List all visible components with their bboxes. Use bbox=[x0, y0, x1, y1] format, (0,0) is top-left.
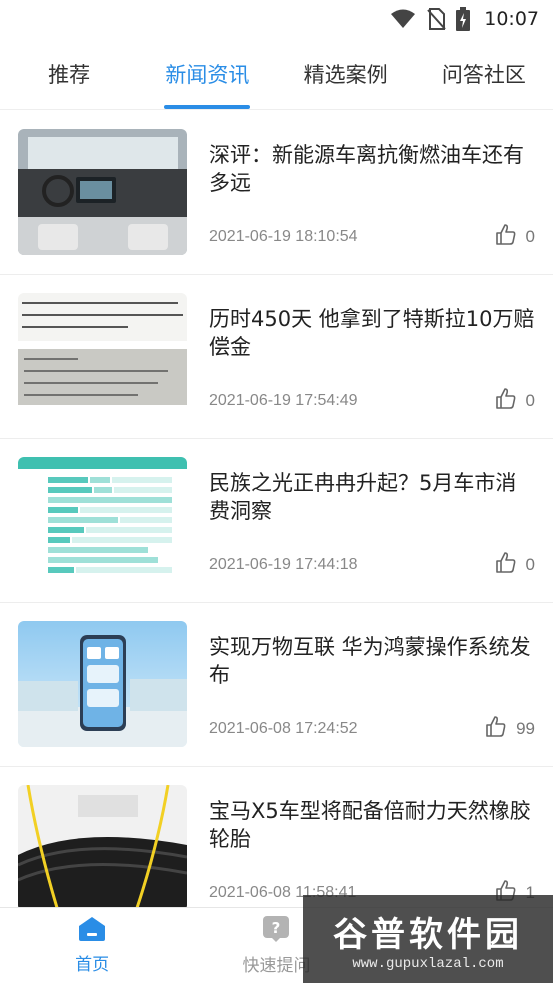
tab-label: 问答社区 bbox=[441, 62, 526, 87]
tab-qa-community[interactable]: 问答社区 bbox=[415, 38, 553, 109]
battery-charging-icon bbox=[456, 7, 471, 31]
nav-label: 首页 bbox=[75, 955, 110, 975]
like-button[interactable]: 99 bbox=[484, 715, 535, 743]
like-button[interactable]: 0 bbox=[494, 387, 535, 415]
news-item-body: 实现万物互联 华为鸿蒙操作系统发布 2021-06-08 17:24:52 99 bbox=[187, 621, 535, 766]
thumbs-up-icon bbox=[494, 223, 518, 251]
tab-label: 推荐 bbox=[48, 62, 91, 87]
news-date: 2021-06-19 17:44:18 bbox=[209, 556, 358, 573]
tire-thumbnail bbox=[18, 785, 187, 907]
thumbs-up-icon bbox=[494, 387, 518, 415]
tab-underline bbox=[164, 105, 251, 109]
news-item[interactable]: 宝马X5车型将配备倍耐力天然橡胶轮胎 2021-06-08 11:58:41 1 bbox=[0, 767, 553, 907]
news-date: 2021-06-19 17:54:49 bbox=[209, 392, 358, 409]
news-date: 2021-06-08 17:24:52 bbox=[209, 720, 358, 737]
svg-text:?: ? bbox=[272, 919, 281, 937]
news-item-body: 民族之光正冉冉升起？5月车市消费洞察 2021-06-19 17:44:18 0 bbox=[187, 457, 535, 602]
thumbs-up-icon bbox=[484, 715, 508, 743]
nav-label: 快速提问 bbox=[242, 956, 311, 976]
like-button[interactable]: 0 bbox=[494, 551, 535, 579]
status-time: 10:07 bbox=[484, 8, 539, 30]
like-count: 0 bbox=[525, 391, 535, 410]
news-date: 2021-06-19 18:10:54 bbox=[209, 228, 358, 245]
wifi-icon bbox=[390, 9, 416, 29]
news-meta: 2021-06-19 17:44:18 0 bbox=[209, 551, 535, 579]
top-tabs: 推荐 新闻资讯 精选案例 问答社区 bbox=[0, 38, 553, 110]
news-item-body: 历时450天 他拿到了特斯拉10万赔偿金 2021-06-19 17:54:49… bbox=[187, 293, 535, 438]
news-item-body: 深评：新能源车离抗衡燃油车还有多远 2021-06-19 18:10:54 0 bbox=[187, 129, 535, 274]
news-list[interactable]: 深评：新能源车离抗衡燃油车还有多远 2021-06-19 18:10:54 0 bbox=[0, 111, 553, 907]
news-meta: 2021-06-19 17:54:49 0 bbox=[209, 387, 535, 415]
news-meta: 2021-06-08 17:24:52 99 bbox=[209, 715, 535, 743]
watermark-text: 谷普软件园 bbox=[333, 914, 523, 955]
news-item[interactable]: 民族之光正冉冉升起？5月车市消费洞察 2021-06-19 17:44:18 0 bbox=[0, 439, 553, 603]
question-icon: ? bbox=[262, 915, 290, 947]
tab-label: 新闻资讯 bbox=[165, 62, 250, 87]
watermark-url: www.gupuxlazal.com bbox=[352, 955, 504, 972]
news-item[interactable]: 实现万物互联 华为鸿蒙操作系统发布 2021-06-08 17:24:52 99 bbox=[0, 603, 553, 767]
news-meta: 2021-06-19 18:10:54 0 bbox=[209, 223, 535, 251]
like-button[interactable]: 0 bbox=[494, 223, 535, 251]
news-item[interactable]: 历时450天 他拿到了特斯拉10万赔偿金 2021-06-19 17:54:49… bbox=[0, 275, 553, 439]
site-watermark: 谷普软件园 www.gupuxlazal.com bbox=[303, 895, 553, 983]
news-item-body: 宝马X5车型将配备倍耐力天然橡胶轮胎 2021-06-08 11:58:41 1 bbox=[187, 785, 535, 907]
like-count: 0 bbox=[525, 555, 535, 574]
tab-label: 精选案例 bbox=[303, 62, 388, 87]
tab-cases[interactable]: 精选案例 bbox=[277, 38, 415, 109]
no-sim-icon bbox=[426, 8, 446, 30]
news-title: 历时450天 他拿到了特斯拉10万赔偿金 bbox=[209, 307, 535, 359]
phone-launch-thumbnail bbox=[18, 621, 187, 747]
nav-home[interactable]: 首页 bbox=[0, 908, 184, 983]
news-title: 宝马X5车型将配备倍耐力天然橡胶轮胎 bbox=[209, 799, 531, 851]
news-title: 实现万物互联 华为鸿蒙操作系统发布 bbox=[209, 635, 531, 687]
thumbs-up-icon bbox=[494, 551, 518, 579]
home-icon bbox=[78, 916, 106, 946]
tab-news[interactable]: 新闻资讯 bbox=[138, 38, 276, 109]
car-interior-thumbnail bbox=[18, 129, 187, 255]
news-item[interactable]: 深评：新能源车离抗衡燃油车还有多远 2021-06-19 18:10:54 0 bbox=[0, 111, 553, 275]
news-title: 深评：新能源车离抗衡燃油车还有多远 bbox=[209, 143, 524, 195]
document-thumbnail bbox=[18, 293, 187, 419]
like-count: 99 bbox=[516, 719, 535, 738]
status-bar: 10:07 bbox=[0, 0, 553, 38]
like-count: 0 bbox=[525, 227, 535, 246]
news-title: 民族之光正冉冉升起？5月车市消费洞察 bbox=[209, 471, 517, 523]
bar-chart-thumbnail bbox=[18, 457, 187, 583]
tab-recommend[interactable]: 推荐 bbox=[0, 38, 138, 109]
